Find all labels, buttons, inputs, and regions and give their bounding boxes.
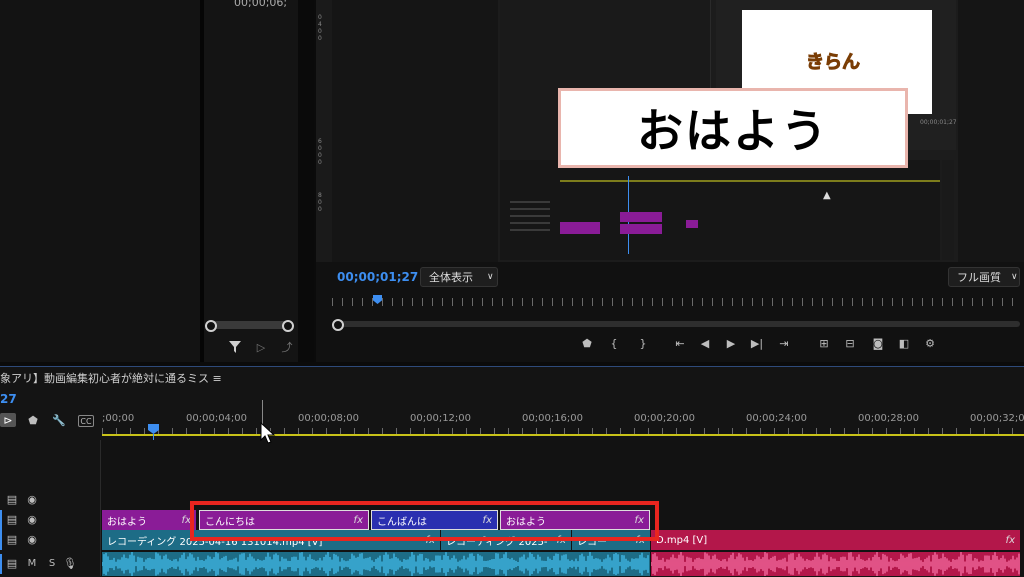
nested-clip [560,222,600,234]
chevron-down-icon: ∨ [1011,272,1018,282]
export-frame-icon[interactable]: ◙ [870,336,886,350]
nested-track-icons [510,196,550,236]
timeline-timecode[interactable]: 27 [0,392,17,406]
captions-icon[interactable]: CC [78,415,94,427]
step-forward-icon[interactable]: ▶| [750,336,764,350]
quality-value: フル画質 [957,271,1001,284]
ruler-label: 00;00;32;0 [970,413,1024,424]
track-header-v1: ▤ ◉ [0,530,100,550]
mouse-cursor-icon [260,421,276,448]
ruler-label: ;00;00 [102,413,135,424]
mute-button[interactable]: M [26,557,38,569]
track-target-indicator[interactable] [0,530,2,550]
chevron-down-icon: ∨ [487,272,494,282]
go-to-in-icon[interactable]: ⇤ [672,336,688,350]
nested-ruler-text-3: 800 [318,192,322,213]
mark-in-icon[interactable]: { [607,336,621,350]
nested-logo: きらん [806,52,861,74]
ruler-label: 00;00;20;00 [634,413,696,424]
audio-waveform [651,552,1020,576]
mark-out-icon[interactable]: } [636,336,650,350]
ruler-label: 00;00;08;00 [298,413,360,424]
track-header-v4: ▤ ◉ [0,490,100,510]
lift-icon[interactable]: ⊞ [816,336,832,350]
filter-icon[interactable] [228,340,242,354]
scrollbar-handle-left[interactable] [205,320,217,332]
source-preview-panel [204,0,298,362]
export-frame-icon[interactable]: ⤴ [280,340,294,354]
marker-icon[interactable]: ⬟ [26,413,40,427]
project-panel [0,0,200,362]
audio-clip[interactable] [102,552,650,576]
ruler-label: 00;00;28;00 [858,413,920,424]
wrench-icon[interactable]: 🔧 [52,413,66,427]
caption-clip[interactable]: おはよう fx [102,510,196,530]
monitor-zoom-bar[interactable] [336,321,1020,327]
timeline-title[interactable]: 象アリ】動画編集初心者が絶対に通るミス ≡ [0,370,222,386]
track-target-indicator[interactable] [0,554,2,574]
step-back-icon[interactable]: ◀ [698,336,712,350]
program-timecode[interactable]: 00;00;01;27 [337,270,418,284]
go-to-out-icon[interactable]: ⇥ [776,336,792,350]
caption-text: おはよう [637,104,829,158]
clip-label: D.mp4 [V] [656,534,708,546]
play-icon[interactable]: ▶ [724,336,738,350]
left-zoom-scrollbar[interactable] [208,321,288,329]
film-icon[interactable]: ▤ [6,557,18,570]
highlight-box [190,501,659,541]
nested-clip [620,212,662,222]
ruler-label: 00;00;24;00 [746,413,808,424]
comparison-view-icon[interactable]: ◧ [896,336,912,350]
track-target-indicator[interactable] [0,510,2,530]
work-area-bar[interactable] [102,434,1024,436]
track-header-v3: ▤ ◉ [0,510,100,530]
solo-button[interactable]: S [46,557,58,569]
track-header-a1: ▤ M S 🎙 [0,554,100,574]
monitor-zoom-handle[interactable] [332,319,344,331]
microphone-icon[interactable]: 🎙 [63,557,77,570]
zoom-level-value: 全体表示 [429,271,473,284]
film-icon[interactable]: ▤ [6,493,18,506]
film-icon[interactable]: ▤ [6,513,18,526]
nested-timeline [500,160,940,260]
panel-divider [298,0,314,362]
nested-timecode: 00;00;01;27 [920,119,957,126]
fx-badge: fx [1005,534,1015,546]
extract-icon[interactable]: ⊟ [842,336,858,350]
snap-icon[interactable]: ⊳ [0,413,16,427]
insert-icon[interactable]: ▷ [254,340,268,354]
nested-tools-bar [942,160,954,260]
left-timecode: 00;00;06; [234,0,288,9]
nested-cursor-icon: ▲ [823,190,831,201]
film-icon[interactable]: ▤ [6,533,18,546]
nested-ruler-line [560,180,940,182]
eye-icon[interactable]: ◉ [26,493,38,506]
eye-icon[interactable]: ◉ [26,533,38,546]
audio-waveform [102,552,649,576]
nested-clip [686,220,698,228]
add-marker-icon[interactable]: ⬟ [580,336,594,350]
eye-icon[interactable]: ◉ [26,513,38,526]
video-clip[interactable]: D.mp4 [V] fx [651,530,1020,550]
settings-icon[interactable]: ⚙ [922,336,938,350]
ruler-label: 00;00;12;00 [410,413,472,424]
nested-clip [620,224,662,234]
ruler-label: 00;00;16;00 [522,413,584,424]
playback-quality-select[interactable]: フル画質 ∨ [948,267,1020,287]
audio-clip[interactable] [651,552,1020,576]
nested-ruler-text-2: 6000 [318,138,322,166]
clip-label: おはよう [107,516,147,528]
zoom-level-select[interactable]: 全体表示 ∨ [420,267,498,287]
scrollbar-handle-right[interactable] [282,320,294,332]
nested-ruler-text: 0400 [318,14,322,42]
ruler-label: 00;00;04;00 [186,413,248,424]
caption-card: おはよう [558,88,908,168]
monitor-time-ruler[interactable] [332,298,1020,306]
